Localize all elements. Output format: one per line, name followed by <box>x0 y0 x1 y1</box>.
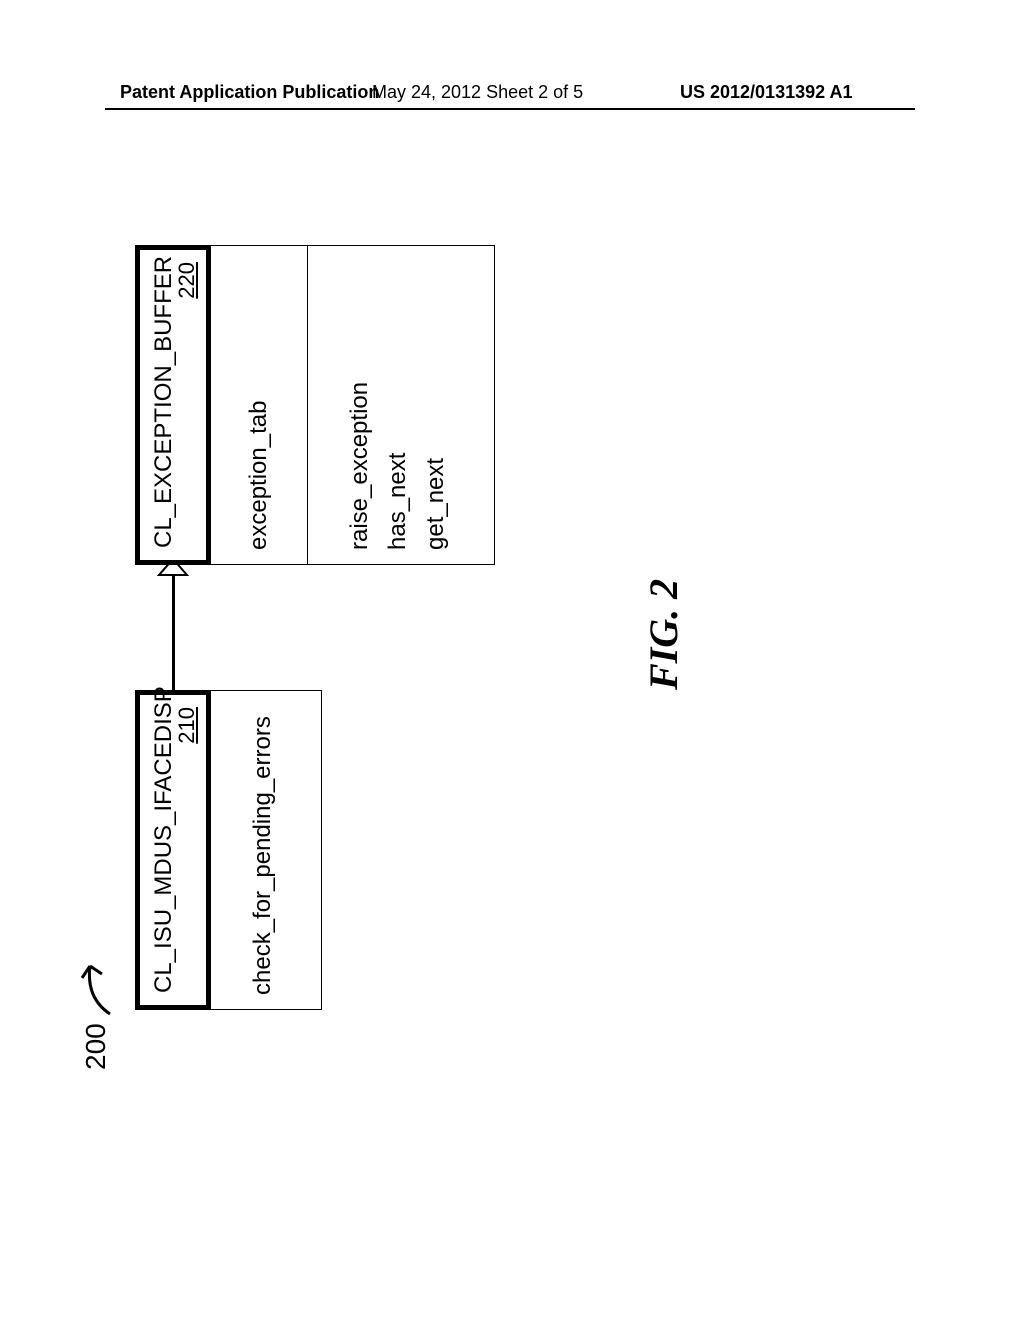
uml-attributes-compartment: exception_tab <box>210 246 307 564</box>
uml-methods-compartment: check_for_pending_errors <box>210 691 321 1009</box>
class-name: CL_ISU_MDUS_IFACEDISP <box>150 686 177 993</box>
header-date-sheet: May 24, 2012 Sheet 2 of 5 <box>372 82 583 103</box>
uml-methods-compartment: raise_exception has_next get_next <box>307 246 494 564</box>
method-name: check_for_pending_errors <box>249 705 277 995</box>
uml-class-title: CL_ISU_MDUS_IFACEDISP 210 <box>136 691 210 1009</box>
ref-leader-arrow-icon <box>80 948 126 1018</box>
page: Patent Application Publication May 24, 2… <box>0 0 1024 1320</box>
header-publication-type: Patent Application Publication <box>120 82 379 103</box>
uml-diagram: 200 CL_ISU_MDUS_IFACEDISP 210 check_for_… <box>80 190 840 1070</box>
uml-class-title: CL_EXCEPTION_BUFFER 220 <box>136 246 210 564</box>
header-publication-number: US 2012/0131392 A1 <box>680 82 852 103</box>
uml-class-exception-buffer: CL_EXCEPTION_BUFFER 220 exception_tab ra… <box>135 245 495 565</box>
class-name: CL_EXCEPTION_BUFFER <box>150 256 177 548</box>
uml-class-ifacedisp: CL_ISU_MDUS_IFACEDISP 210 check_for_pend… <box>135 690 322 1010</box>
method-name: has_next <box>384 260 412 550</box>
uml-association-line <box>172 565 175 690</box>
method-name: get_next <box>422 260 450 550</box>
method-name: raise_exception <box>346 260 374 550</box>
figure-caption: FIG. 2 <box>640 579 687 690</box>
diagram-ref-number: 200 <box>80 1023 112 1070</box>
attribute-name: exception_tab <box>245 260 273 550</box>
header-rule <box>105 108 915 110</box>
class-ref-number: 210 <box>174 707 200 744</box>
class-ref-number: 220 <box>174 262 200 299</box>
